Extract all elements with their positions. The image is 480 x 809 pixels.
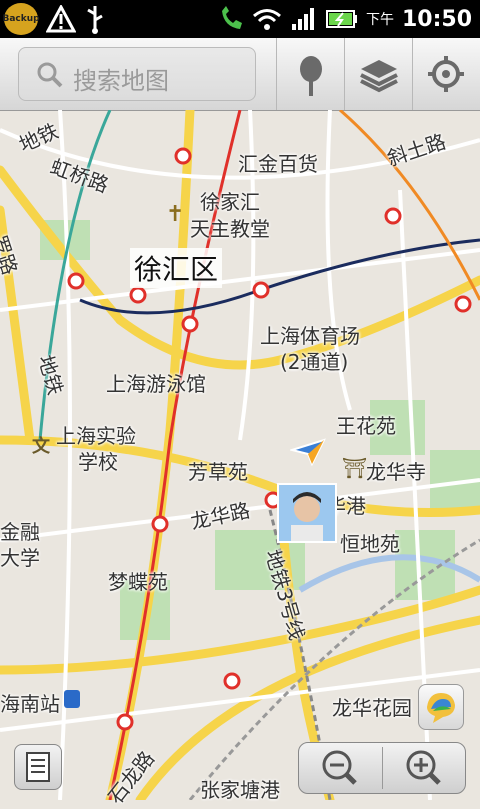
zoom-controls — [298, 742, 466, 794]
battery-icon — [325, 10, 357, 28]
zoom-out-button[interactable] — [299, 743, 382, 793]
place-label: 上海实验 — [56, 424, 136, 448]
search-icon — [37, 62, 63, 88]
place-label: 芳草苑 — [188, 460, 248, 484]
place-label: 汇金百货 — [238, 152, 318, 176]
district-label: 徐汇区 — [130, 248, 223, 288]
backup-label: Backup — [2, 14, 40, 24]
place-label: 金融 — [0, 520, 40, 544]
school-icon: 文 — [32, 436, 50, 457]
place-label: 王花苑 — [336, 414, 396, 438]
phone-icon — [221, 6, 242, 29]
place-label: 徐家汇 — [200, 190, 260, 214]
map-toolbar: 搜索地图 — [0, 38, 480, 111]
zoom-in-button[interactable] — [383, 743, 466, 793]
signal-icon — [291, 8, 314, 30]
place-label: 张家塘港 — [200, 778, 280, 802]
map-view[interactable]: 徐汇区 汇金百货 徐家汇 天主教堂 上海体育场 (2通道) 上海游泳馆 上海实验… — [0, 110, 480, 808]
place-label: 海南站 — [0, 692, 60, 716]
place-label: 学校 — [78, 450, 118, 474]
layers-list-button[interactable] — [14, 744, 62, 790]
my-location-icon — [428, 56, 464, 92]
layers-icon — [360, 60, 398, 93]
temple-icon: ⛩ — [342, 456, 368, 480]
place-label: 上海游泳馆 — [106, 372, 206, 396]
buzz-icon — [427, 693, 455, 723]
search-placeholder: 搜索地图 — [73, 67, 169, 95]
status-bar: Backup 下午 10:50 — [0, 0, 480, 38]
place-label: 大学 — [0, 546, 40, 570]
clock-ampm: 下午 — [365, 12, 394, 28]
layers-button[interactable] — [344, 38, 412, 110]
place-label: 龙华花园 — [332, 696, 412, 720]
my-location-button[interactable] — [412, 38, 480, 110]
places-button[interactable] — [276, 38, 344, 110]
place-label: 上海体育场 — [260, 324, 360, 348]
clock-time: 10:50 — [401, 6, 472, 32]
search-input[interactable]: 搜索地图 — [18, 47, 256, 101]
subway-station-icon — [64, 690, 80, 708]
place-label: 龙华寺 — [366, 460, 426, 484]
zoom-in-icon — [406, 750, 441, 785]
backup-icon: Backup — [2, 3, 40, 35]
places-icon — [300, 56, 322, 96]
place-label: 梦蝶苑 — [108, 570, 168, 594]
wifi-icon — [253, 9, 281, 30]
place-label: 天主教堂 — [190, 217, 270, 241]
person-photo-icon — [279, 485, 335, 541]
menu-icon — [26, 752, 50, 782]
place-label: (2通道) — [280, 350, 349, 374]
usb-icon — [87, 6, 103, 34]
buzz-button[interactable] — [418, 684, 464, 730]
zoom-out-icon — [322, 750, 357, 785]
warning-icon — [46, 5, 76, 33]
place-label: 恒地苑 — [340, 532, 400, 556]
church-icon: ✝ — [166, 202, 185, 227]
friend-avatar[interactable] — [277, 483, 337, 543]
my-location-arrow-icon — [290, 438, 326, 466]
